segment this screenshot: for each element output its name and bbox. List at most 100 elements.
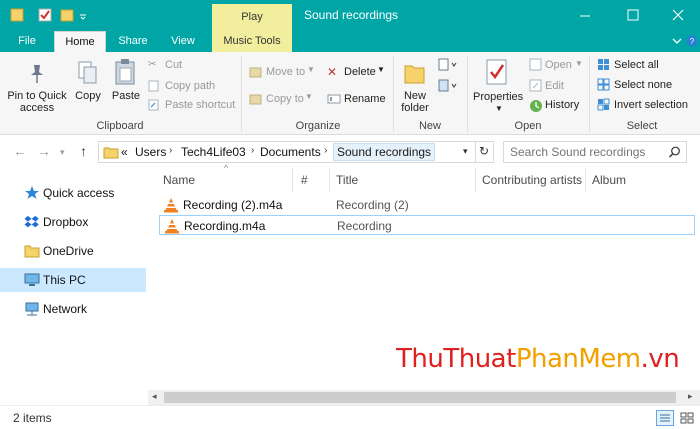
star-icon [25, 186, 39, 199]
chevron-down-icon: ▼ [305, 92, 313, 101]
new-folder-qat-icon[interactable] [60, 7, 74, 23]
group-label-select: Select [626, 120, 658, 132]
watermark-logo: ThuThuatPhanMem.vn [396, 344, 680, 374]
breadcrumb-users[interactable]: Users [135, 145, 166, 159]
copy-button[interactable]: Copy [72, 90, 104, 102]
column-header-number[interactable]: # [301, 173, 308, 187]
ribbon-tab-row: File Home Share View Music Tools ? [0, 31, 700, 52]
scrollbar-thumb[interactable] [164, 392, 676, 403]
easy-access-icon [438, 79, 457, 92]
search-input[interactable] [510, 145, 660, 159]
column-divider[interactable] [475, 168, 476, 192]
navigation-pane: Quick access Dropbox OneDrive This PC Ne… [0, 164, 146, 404]
new-item-icon [438, 58, 457, 71]
nav-item-network[interactable]: Network [0, 297, 146, 321]
delete-icon: ✕ [327, 65, 338, 79]
delete-button[interactable]: Delete [344, 66, 376, 78]
search-box[interactable] [503, 141, 687, 163]
history-button[interactable]: History [545, 99, 579, 111]
back-arrow-icon[interactable]: ← [13, 143, 27, 159]
group-label-organize: Organize [295, 120, 341, 132]
breadcrumb-overflow[interactable]: « [121, 145, 128, 159]
column-header-name[interactable]: Name [163, 173, 195, 187]
nav-item-onedrive[interactable]: OneDrive [0, 239, 146, 263]
edit-button[interactable]: Edit [545, 80, 564, 92]
column-header-title[interactable]: Title [336, 173, 358, 187]
refresh-button[interactable]: ↻ [476, 141, 494, 163]
close-button[interactable] [656, 0, 700, 31]
breadcrumb-tech4life03[interactable]: Tech4Life03 [181, 145, 246, 159]
chevron-right-icon[interactable]: › [169, 145, 172, 156]
pin-to-quick-access-button[interactable]: Pin to Quick access [4, 90, 70, 114]
customize-qat-icon[interactable] [78, 7, 88, 23]
ribbon-divider [589, 56, 590, 132]
address-dropdown-icon[interactable]: ▾ [463, 146, 468, 157]
address-bar[interactable]: « Users › Tech4Life03 › Documents › Soun… [98, 141, 476, 163]
move-to-button[interactable]: Move to [266, 66, 305, 78]
up-arrow-icon[interactable]: ↑ [80, 143, 87, 159]
tab-view[interactable]: View [160, 31, 206, 52]
ribbon: Pin to Quick access Copy Paste ✂ Cut Cop… [0, 52, 700, 135]
tab-music-tools[interactable]: Music Tools [212, 31, 292, 52]
nav-item-dropbox[interactable]: Dropbox [0, 210, 146, 234]
nav-label: OneDrive [43, 244, 94, 258]
ribbon-divider [467, 56, 468, 132]
maximize-button[interactable] [610, 0, 656, 31]
properties-button[interactable]: Properties [473, 91, 523, 103]
minimize-button[interactable] [562, 0, 608, 31]
large-icons-view-button[interactable] [678, 410, 696, 426]
breadcrumb-sound-recordings[interactable]: Sound recordings [333, 143, 436, 161]
nav-item-this-pc[interactable]: This PC [0, 268, 146, 292]
select-all-button[interactable]: Select all [614, 59, 659, 71]
large-icons-view-icon [680, 412, 694, 424]
paste-button[interactable]: Paste [108, 90, 144, 102]
item-count: 2 items [13, 411, 52, 425]
column-divider[interactable] [329, 168, 330, 192]
copy-to-button[interactable]: Copy to [266, 93, 304, 105]
rename-button[interactable]: Rename [344, 93, 386, 105]
tab-share[interactable]: Share [110, 31, 156, 52]
scroll-right-icon[interactable]: ▸ [688, 391, 693, 402]
move-to-icon [249, 67, 262, 78]
network-icon [25, 302, 39, 316]
forward-arrow-icon[interactable]: → [37, 143, 51, 159]
chevron-right-icon[interactable]: › [251, 145, 254, 156]
invert-selection-button[interactable]: Invert selection [614, 99, 688, 111]
column-header-album[interactable]: Album [592, 173, 626, 187]
recent-locations-chevron-icon[interactable]: ▾ [60, 147, 65, 158]
breadcrumb-documents[interactable]: Documents [260, 145, 321, 159]
rename-icon [327, 94, 341, 104]
tab-home[interactable]: Home [54, 31, 106, 52]
window-title: Sound recordings [304, 8, 399, 22]
column-divider[interactable] [292, 168, 293, 192]
help-icon[interactable]: ? [686, 35, 698, 47]
column-divider[interactable] [585, 168, 586, 192]
scroll-left-icon[interactable]: ◂ [152, 391, 157, 402]
select-none-button[interactable]: Select none [614, 79, 672, 91]
nav-label: Network [43, 302, 88, 316]
column-header-contributing-artists[interactable]: Contributing artists [482, 173, 582, 187]
nav-item-quick-access[interactable]: Quick access [0, 181, 146, 205]
file-row[interactable]: Recording.m4a Recording [159, 215, 695, 235]
cut-button[interactable]: Cut [165, 59, 182, 71]
check-qat-icon[interactable] [38, 7, 52, 23]
chevron-down-icon[interactable] [671, 35, 683, 47]
ribbon-divider [241, 56, 242, 132]
folder-icon [103, 147, 119, 159]
details-view-button[interactable] [656, 410, 674, 426]
open-button[interactable]: Open [545, 59, 572, 71]
chevron-right-icon[interactable]: › [324, 145, 327, 156]
copy-path-button[interactable]: Copy path [165, 80, 215, 92]
tab-file[interactable]: File [0, 31, 54, 52]
paste-shortcut-button[interactable]: Paste shortcut [165, 99, 235, 111]
computer-icon [24, 273, 40, 286]
invert-selection-icon [597, 98, 610, 111]
chevron-down-icon: ▼ [495, 104, 503, 113]
new-folder-button[interactable]: New folder [396, 90, 434, 114]
horizontal-scrollbar[interactable]: ◂ ▸ [148, 390, 700, 405]
file-row[interactable]: Recording (2).m4a Recording (2) [159, 195, 695, 215]
paste-icon [115, 59, 135, 85]
nav-label: Quick access [43, 186, 115, 200]
properties-qat-icon[interactable] [10, 7, 24, 23]
pin-icon [31, 65, 43, 83]
